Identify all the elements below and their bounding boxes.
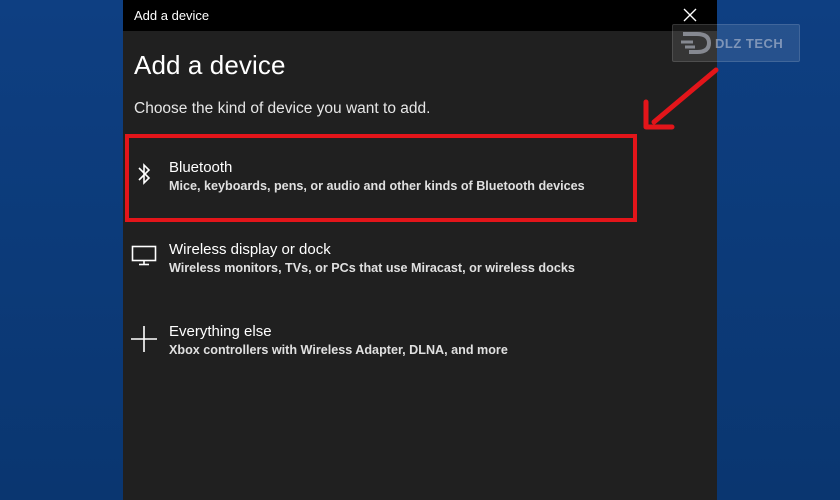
add-device-dialog: Add a device Add a device Choose the kin… — [123, 0, 717, 500]
option-description: Wireless monitors, TVs, or PCs that use … — [169, 261, 575, 275]
option-everything-else[interactable]: Everything else Xbox controllers with Wi… — [127, 304, 629, 376]
option-title: Bluetooth — [169, 159, 233, 176]
close-icon — [683, 8, 697, 22]
option-title: Wireless display or dock — [169, 241, 331, 258]
plus-icon — [131, 326, 157, 352]
close-button[interactable] — [681, 6, 699, 24]
watermark-logo — [681, 32, 712, 54]
bluetooth-icon — [131, 162, 157, 186]
title-bar: Add a device — [123, 0, 717, 31]
option-bluetooth[interactable]: Bluetooth Mice, keyboards, pens, or audi… — [127, 140, 629, 212]
watermark: DLZ TECH — [672, 24, 800, 62]
option-description: Mice, keyboards, pens, or audio and othe… — [169, 179, 585, 193]
watermark-text: DLZ TECH — [715, 35, 784, 51]
monitor-icon — [131, 244, 157, 268]
window-title: Add a device — [134, 8, 210, 23]
option-title: Everything else — [169, 323, 272, 340]
page-subtitle: Choose the kind of device you want to ad… — [134, 100, 431, 117]
page-title: Add a device — [134, 50, 286, 80]
option-description: Xbox controllers with Wireless Adapter, … — [169, 343, 508, 357]
option-wireless-display[interactable]: Wireless display or dock Wireless monito… — [127, 222, 629, 294]
